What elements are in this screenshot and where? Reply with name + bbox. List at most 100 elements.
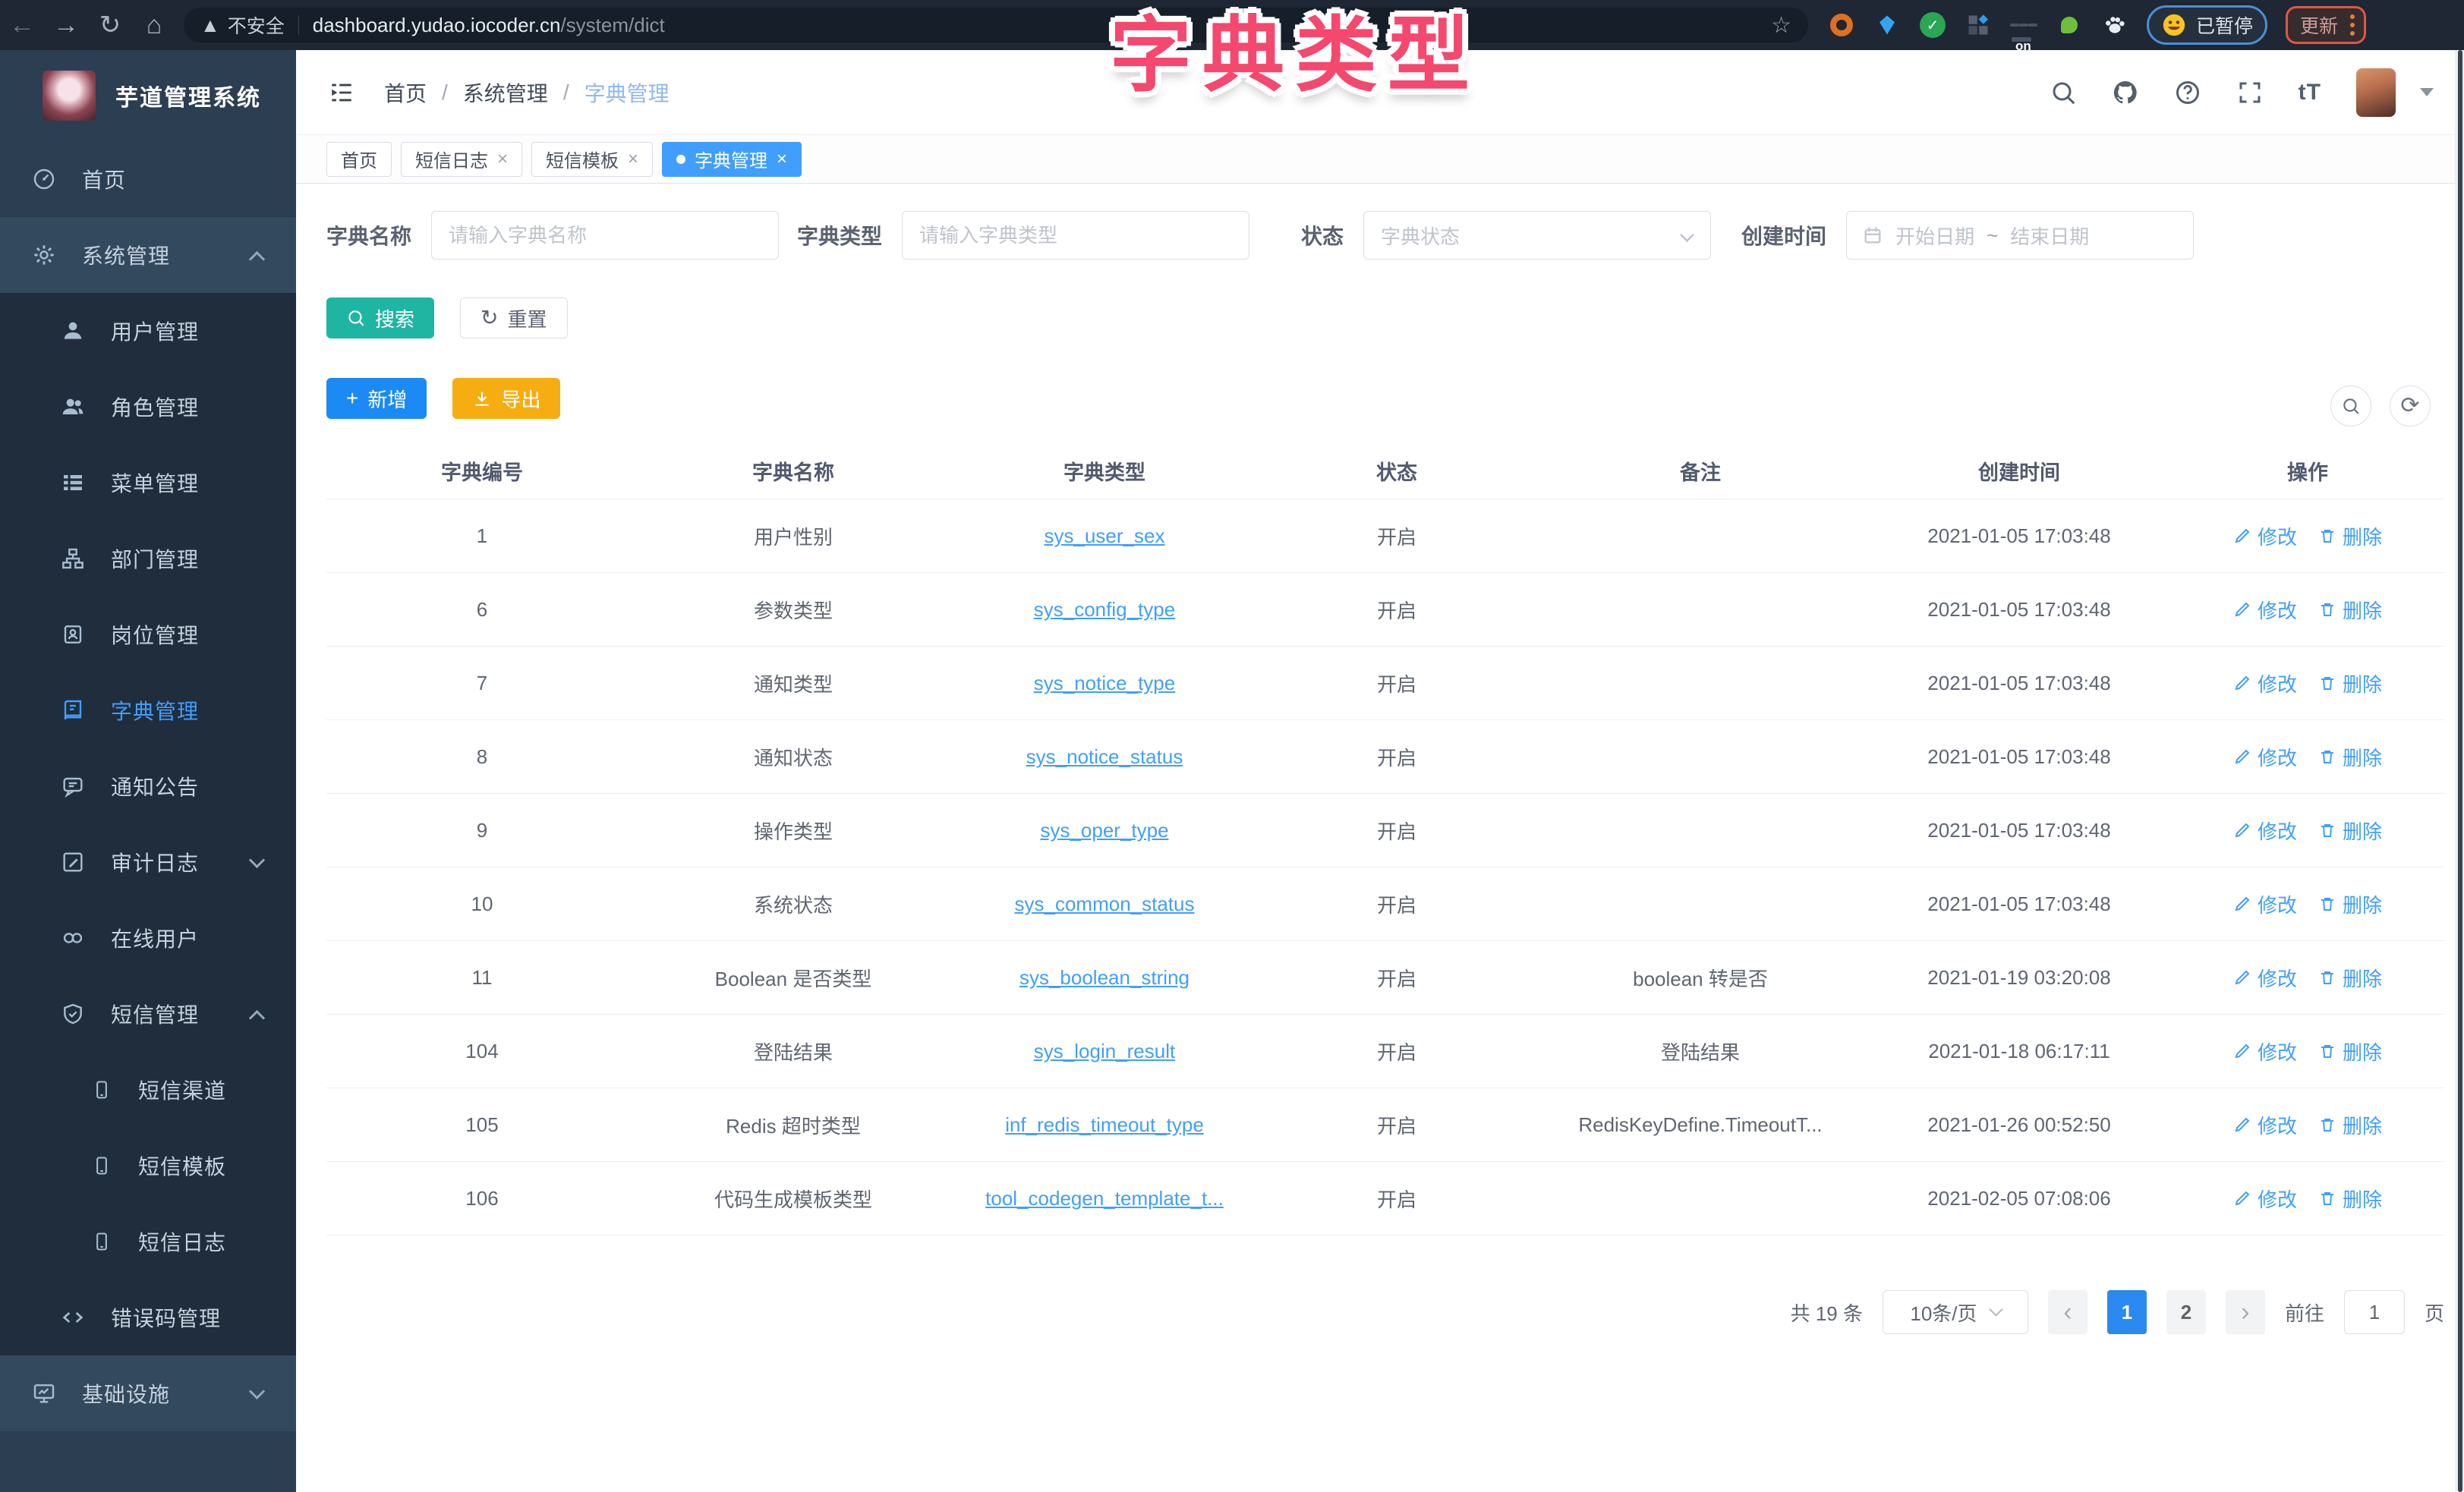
start-date-placeholder[interactable]: 开始日期 — [1895, 222, 1974, 250]
sidebar-item-sms-channel[interactable]: 短信渠道 — [0, 1052, 296, 1128]
dict-type-input[interactable] — [902, 211, 1249, 260]
refresh-table-button[interactable]: ⟳ — [2390, 386, 2431, 427]
tab-sms-template[interactable]: 短信模板 × — [531, 142, 653, 177]
extension-leaf-icon[interactable] — [2056, 11, 2083, 39]
delete-link[interactable]: 删除 — [2318, 890, 2382, 918]
help-icon[interactable] — [2174, 79, 2201, 106]
cell-type-link[interactable]: sys_login_result — [949, 1040, 1260, 1063]
collapse-sidebar-icon[interactable] — [326, 80, 357, 105]
sidebar-item-error-codes[interactable]: 错误码管理 — [0, 1280, 296, 1355]
breadcrumb-system[interactable]: 系统管理 — [463, 77, 548, 108]
scrollbar-thumb[interactable] — [2458, 50, 2462, 1492]
search-button[interactable]: 搜索 — [326, 297, 434, 338]
sidebar-item-notices[interactable]: 通知公告 — [0, 748, 296, 824]
back-icon[interactable]: ← — [0, 11, 44, 40]
security-label[interactable]: 不安全 — [228, 11, 285, 39]
browser-update-button[interactable]: 更新 — [2286, 6, 2366, 44]
search-icon[interactable] — [2050, 79, 2077, 106]
page-button-1[interactable]: 1 — [2107, 1290, 2147, 1334]
delete-link[interactable]: 删除 — [2318, 1037, 2382, 1065]
tab-home[interactable]: 首页 — [326, 142, 392, 177]
scrollbar[interactable] — [2455, 50, 2464, 1492]
add-button[interactable]: + 新增 — [326, 378, 427, 419]
prev-page-button[interactable]: ‹ — [2048, 1290, 2087, 1334]
cell-type-link[interactable]: sys_common_status — [949, 892, 1260, 916]
extension-paused-badge[interactable]: 已暂停 — [2147, 5, 2267, 45]
sidebar-item-departments[interactable]: 部门管理 — [0, 521, 296, 596]
address-bar[interactable]: ▲ 不安全 dashboard.yudao.iocoder.cn /system… — [184, 8, 1808, 42]
end-date-placeholder[interactable]: 结束日期 — [2010, 222, 2089, 250]
tab-sms-log[interactable]: 短信日志 × — [401, 142, 522, 177]
delete-link[interactable]: 删除 — [2318, 964, 2382, 992]
sidebar-item-posts[interactable]: 岗位管理 — [0, 596, 296, 672]
extension-green-icon[interactable]: ✓ — [1919, 11, 1946, 39]
app-logo[interactable]: 芋道管理系统 — [0, 50, 296, 141]
date-range-picker[interactable]: 开始日期 ~ 结束日期 — [1846, 211, 2194, 260]
sidebar-item-sms-log[interactable]: 短信日志 — [0, 1204, 296, 1280]
page-size-select[interactable]: 10条/页 — [1883, 1290, 2028, 1334]
url-host[interactable]: dashboard.yudao.iocoder.cn — [313, 14, 561, 37]
menu-kebab-icon[interactable] — [2350, 14, 2355, 36]
cell-type-link[interactable]: sys_user_sex — [949, 524, 1260, 548]
delete-link[interactable]: 删除 — [2318, 1111, 2382, 1139]
reset-button[interactable]: ↻ 重置 — [460, 297, 567, 338]
extension-grid-icon[interactable] — [1965, 11, 1992, 39]
close-icon[interactable]: × — [497, 150, 508, 168]
cell-type-link[interactable]: sys_config_type — [949, 598, 1260, 622]
status-select[interactable]: 字典状态 — [1363, 211, 1711, 260]
sidebar-item-roles[interactable]: 角色管理 — [0, 369, 296, 445]
edit-link[interactable]: 修改 — [2233, 1185, 2297, 1213]
github-icon[interactable] — [2112, 79, 2139, 106]
delete-link[interactable]: 删除 — [2318, 522, 2382, 550]
sidebar-item-sms[interactable]: 短信管理 — [0, 976, 296, 1052]
reload-icon[interactable]: ↻ — [88, 10, 132, 40]
sidebar-item-home[interactable]: 首页 — [0, 141, 296, 217]
extension-paw-icon[interactable] — [2101, 11, 2128, 39]
extension-ring-icon[interactable] — [1828, 11, 1855, 39]
font-size-icon[interactable]: tT — [2299, 80, 2321, 105]
cell-type-link[interactable]: inf_redis_timeout_type — [949, 1113, 1260, 1137]
edit-link[interactable]: 修改 — [2233, 964, 2297, 992]
page-button-2[interactable]: 2 — [2166, 1290, 2206, 1334]
dict-name-input[interactable] — [431, 211, 779, 260]
cell-type-link[interactable]: sys_boolean_string — [949, 966, 1260, 990]
cell-type-link[interactable]: sys_oper_type — [949, 819, 1260, 842]
edit-link[interactable]: 修改 — [2233, 522, 2297, 550]
sidebar-item-system[interactable]: 系统管理 — [0, 217, 296, 293]
avatar-caret-icon[interactable] — [2420, 88, 2434, 96]
cell-type-link[interactable]: tool_codegen_template_t... — [949, 1187, 1260, 1210]
extension-gem-icon[interactable] — [1873, 11, 1901, 39]
delete-link[interactable]: 删除 — [2318, 669, 2382, 697]
sidebar-item-users[interactable]: 用户管理 — [0, 293, 296, 369]
export-button[interactable]: 导出 — [452, 378, 560, 419]
breadcrumb-home[interactable]: 首页 — [384, 77, 427, 108]
delete-link[interactable]: 删除 — [2318, 817, 2382, 845]
delete-link[interactable]: 删除 — [2318, 743, 2382, 771]
next-page-button[interactable]: › — [2226, 1290, 2265, 1334]
edit-link[interactable]: 修改 — [2233, 1111, 2297, 1139]
close-icon[interactable]: × — [628, 150, 638, 168]
sidebar-item-dict[interactable]: 字典管理 — [0, 672, 296, 748]
edit-link[interactable]: 修改 — [2233, 890, 2297, 918]
tab-dict-active[interactable]: 字典管理 × — [662, 142, 802, 177]
edit-link[interactable]: 修改 — [2233, 817, 2297, 845]
home-icon[interactable]: ⌂ — [132, 11, 176, 40]
forward-icon[interactable]: → — [44, 11, 88, 40]
sidebar-item-online-users[interactable]: 在线用户 — [0, 900, 296, 976]
sidebar-item-menus[interactable]: 菜单管理 — [0, 445, 296, 521]
cell-type-link[interactable]: sys_notice_status — [949, 745, 1260, 769]
sidebar-item-sms-template[interactable]: 短信模板 — [0, 1128, 296, 1204]
edit-link[interactable]: 修改 — [2233, 1037, 2297, 1065]
fullscreen-icon[interactable] — [2236, 79, 2264, 106]
goto-page-input[interactable] — [2344, 1290, 2405, 1334]
delete-link[interactable]: 删除 — [2318, 596, 2382, 624]
sidebar-item-audit-log[interactable]: 审计日志 — [0, 824, 296, 900]
delete-link[interactable]: 删除 — [2318, 1185, 2382, 1213]
edit-link[interactable]: 修改 — [2233, 596, 2297, 624]
close-icon[interactable]: × — [777, 150, 787, 168]
bookmark-star-icon[interactable]: ☆ — [1771, 12, 1791, 39]
show-search-button[interactable] — [2330, 386, 2371, 427]
sidebar-item-infrastructure[interactable]: 基础设施 — [0, 1355, 296, 1431]
edit-link[interactable]: 修改 — [2233, 743, 2297, 771]
extension-on-icon[interactable]: on — [2010, 11, 2037, 39]
